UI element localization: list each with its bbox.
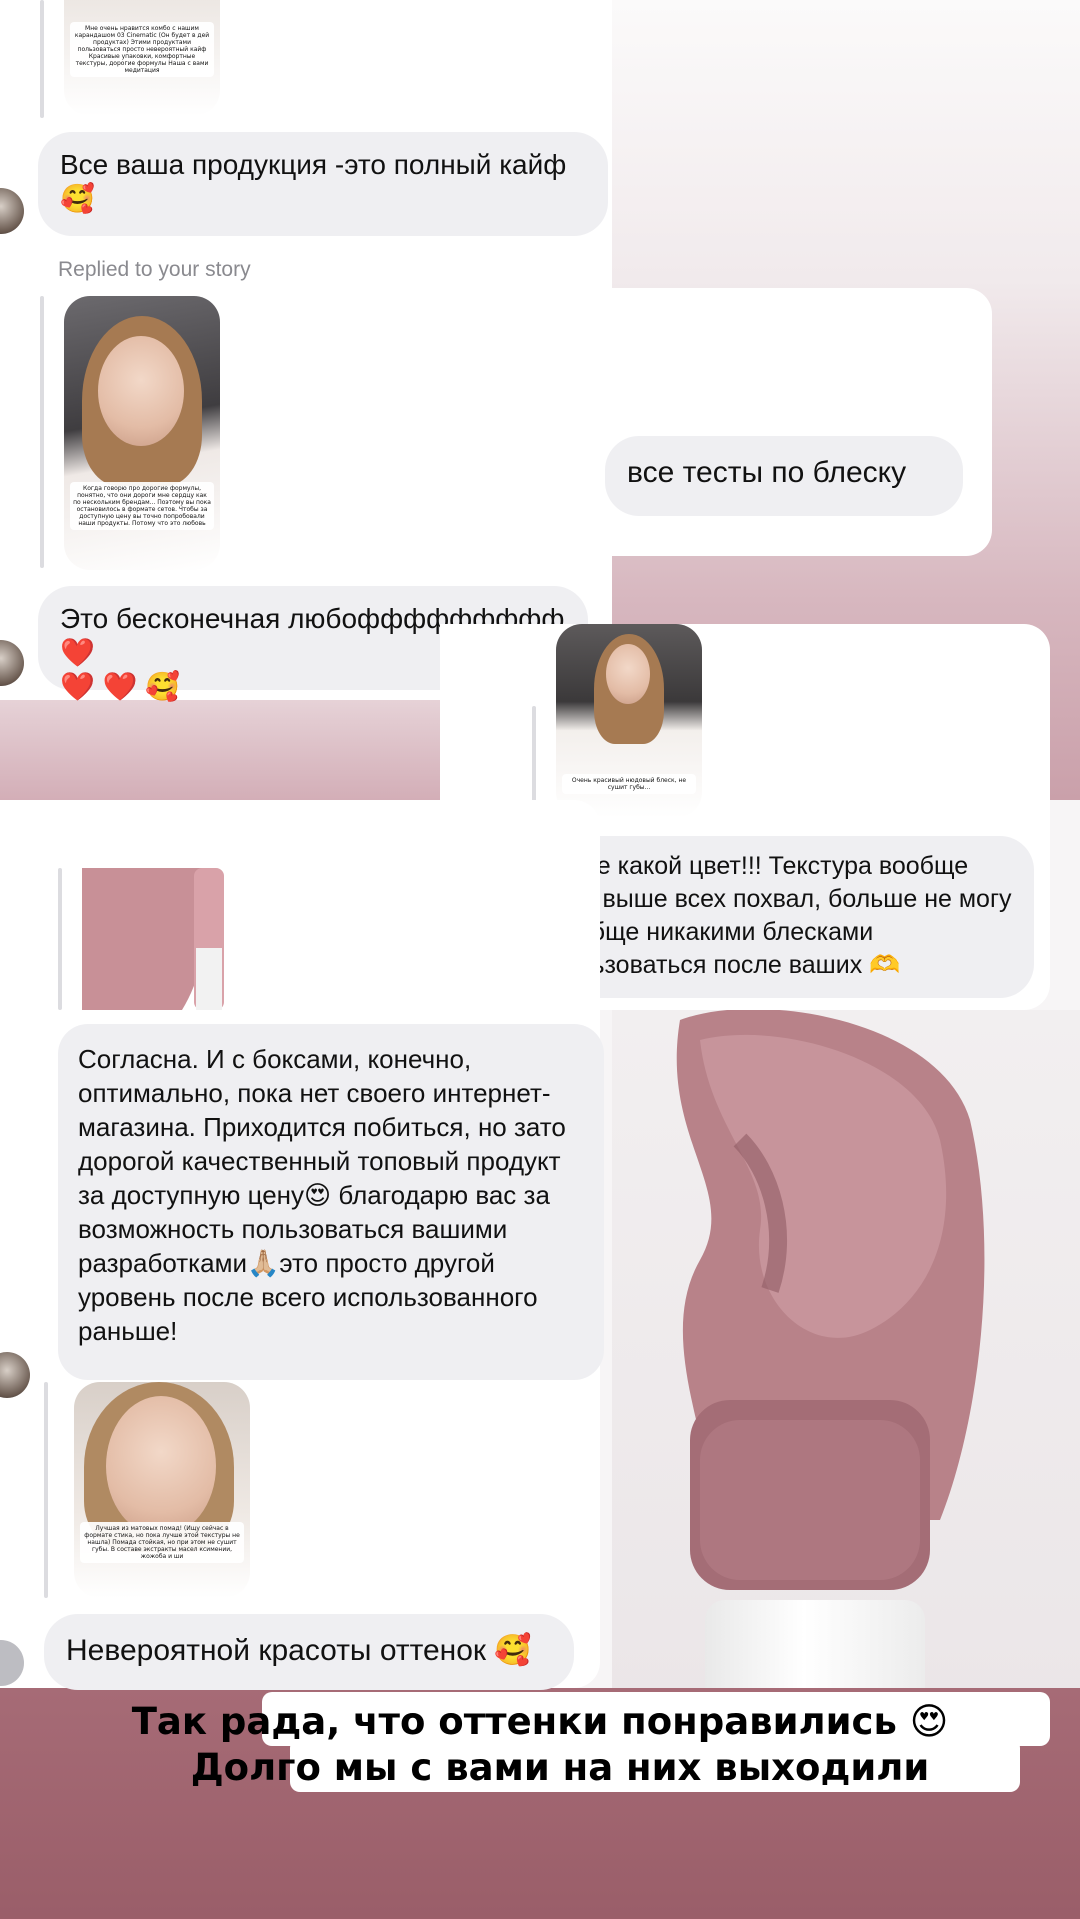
story-caption: Мне очень нравится комбо с нашим каранда… [70,22,214,77]
chat-message-sent: все тесты по блеску [605,436,963,516]
message-text: Все ваша продукция -это полный кайф [60,149,567,180]
background-pink-band [0,700,440,800]
face-shape [106,1396,216,1536]
story-reply-bar [40,296,44,568]
story-caption: Очень красивый нюдовый блеск, не сушит г… [562,774,696,794]
replied-to-story-label: Replied to your story [58,258,251,281]
story-thumbnail[interactable]: Очень красивый нюдовый блеск, не сушит г… [556,624,702,818]
chat-message: Боже какой цвет!!! Текстура вообще топ, … [530,836,1034,998]
face-shape [606,644,650,704]
story-thumbnail[interactable]: Мне очень нравится комбо с нашим каранда… [64,0,220,116]
chat-message: Невероятной красоты оттенок 🥰 [44,1614,574,1690]
story-thumbnail[interactable]: Лучшая из матовых помад! (Ищу сейчас в ф… [74,1382,250,1598]
message-text: все тесты по блеску [627,456,907,489]
story-caption: Когда говорю про дорогие формулы, понятн… [70,482,214,530]
message-emoji: 🥰 [60,183,95,214]
message-text: Согласна. И с боксами, конечно, оптималь… [78,1044,566,1346]
story-reply-bar [44,1382,48,1598]
story-reply-bar [40,0,44,118]
story-caption: Лучшая из матовых помад! (Ищу сейчас в ф… [80,1522,244,1563]
story-reply-bar [58,868,62,1010]
lipstick-swatch-image [676,1008,985,1590]
overlay-caption-line1: Так рада, что оттенки понравились 😍 [131,1700,949,1743]
lipgloss-product-image [62,868,242,1010]
story-thumbnail[interactable]: Когда говорю про дорогие формулы, понятн… [64,296,220,570]
chat-message: Согласна. И с боксами, конечно, оптималь… [58,1024,604,1380]
message-text: Невероятной красоты оттенок 🥰 [66,1634,532,1667]
chat-message: Все ваша продукция -это полный кайф 🥰 [38,132,608,236]
message-text: Боже какой цвет!!! Текстура вообще топ, … [550,852,1012,979]
face-shape [98,336,184,446]
overlay-caption-line2: Долго мы с вами на них выходили [190,1746,930,1789]
